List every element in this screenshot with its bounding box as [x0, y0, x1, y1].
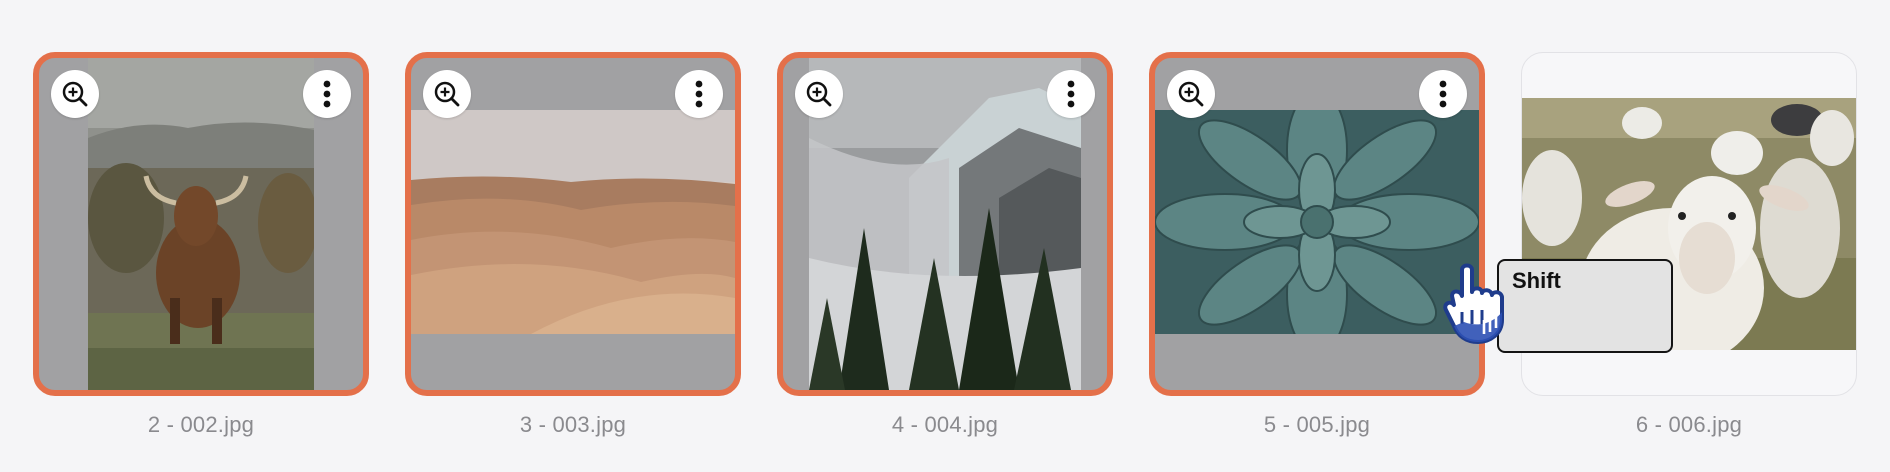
zoom-in-icon [62, 81, 88, 107]
zoom-in-button[interactable] [795, 70, 843, 118]
thumbnail-caption: 3 - 003.jpg [519, 412, 627, 437]
tooltip-label: Shift [1512, 268, 1561, 293]
thumbnail-image[interactable] [88, 58, 314, 390]
zoom-in-icon [806, 81, 832, 107]
thumbnail-card-3[interactable] [777, 52, 1113, 396]
thumbnail-card-4[interactable] [1149, 52, 1485, 396]
zoom-in-icon [1178, 81, 1204, 107]
zoom-in-button[interactable] [423, 70, 471, 118]
zoom-in-button[interactable] [1167, 70, 1215, 118]
more-vertical-icon [1439, 80, 1447, 108]
thumbnail-image[interactable] [411, 110, 735, 334]
pointer-hand-icon [1443, 263, 1504, 344]
thumbnail-caption: 2 - 002.jpg [147, 412, 255, 437]
more-vertical-icon [695, 80, 703, 108]
thumbnail-card-1[interactable] [33, 52, 369, 396]
thumbnail-caption: 4 - 004.jpg [891, 412, 999, 437]
thumbnail-caption: 6 - 006.jpg [1635, 412, 1743, 437]
more-options-button[interactable] [303, 70, 351, 118]
more-vertical-icon [1067, 80, 1075, 108]
thumbnail-card-2[interactable] [405, 52, 741, 396]
thumbnail-caption: 5 - 005.jpg [1263, 412, 1371, 437]
thumbnail-grid: 2 - 002.jpg 3 - 003.jpg 4 - 004.jpg 5 - … [0, 0, 1890, 472]
zoom-in-icon [434, 81, 460, 107]
more-vertical-icon [323, 80, 331, 108]
more-options-button[interactable] [1047, 70, 1095, 118]
thumbnail-image[interactable] [1155, 110, 1479, 334]
zoom-in-button[interactable] [51, 70, 99, 118]
more-options-button[interactable] [675, 70, 723, 118]
more-options-button[interactable] [1419, 70, 1467, 118]
thumbnail-image[interactable] [809, 58, 1081, 390]
